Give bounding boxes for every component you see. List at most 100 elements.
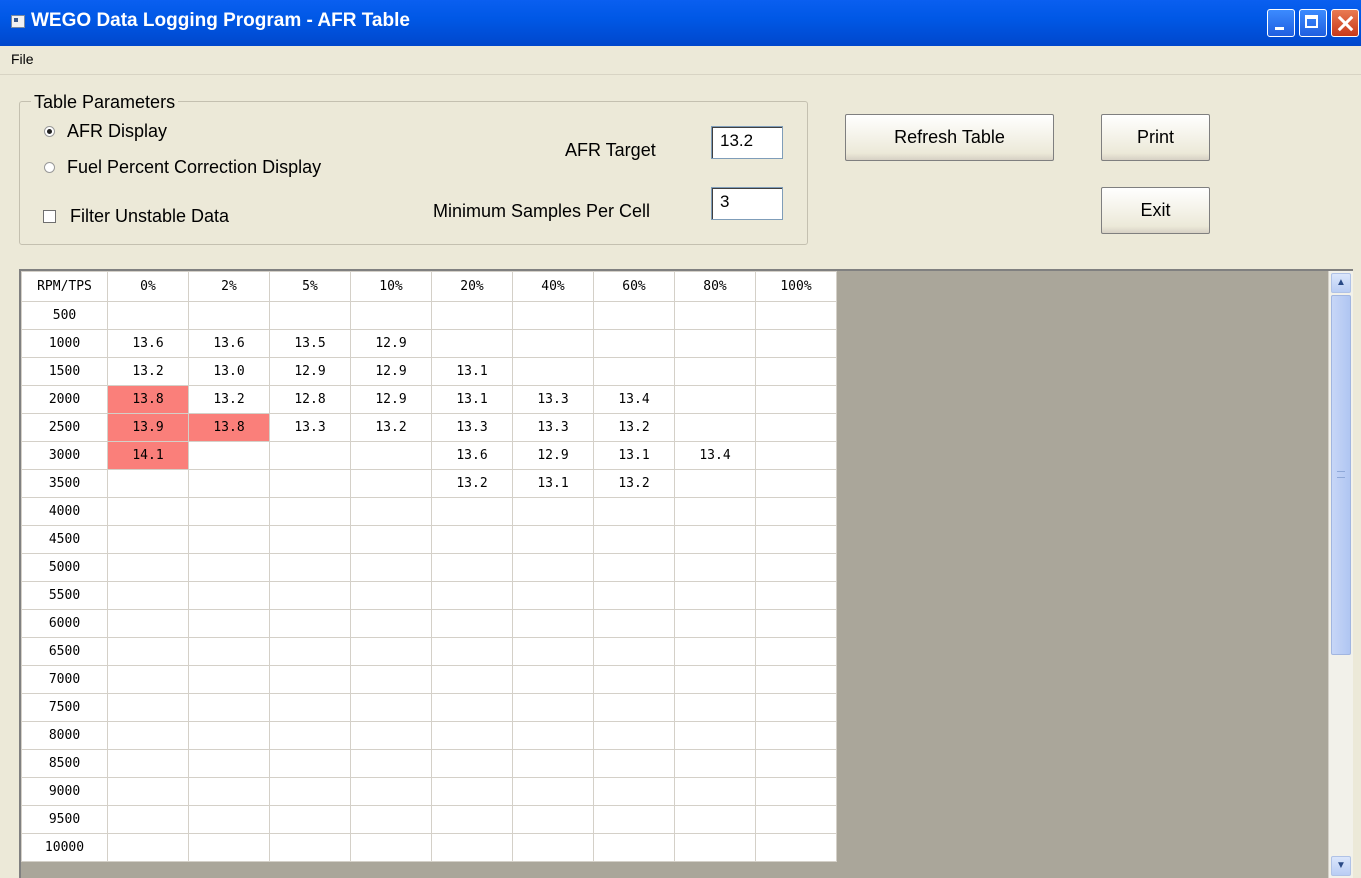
table-cell[interactable]: 13.8 <box>107 385 189 414</box>
table-cell[interactable] <box>431 525 513 554</box>
refresh-table-button[interactable]: Refresh Table <box>845 114 1054 161</box>
table-cell[interactable] <box>188 749 270 778</box>
table-cell[interactable]: 13.0 <box>188 357 270 386</box>
table-cell[interactable] <box>674 469 756 498</box>
table-cell[interactable] <box>593 749 675 778</box>
table-cell[interactable] <box>188 777 270 806</box>
table-cell[interactable] <box>593 301 675 330</box>
table-cell[interactable] <box>512 693 594 722</box>
table-cell[interactable] <box>674 413 756 442</box>
table-cell[interactable] <box>512 525 594 554</box>
table-cell[interactable] <box>188 805 270 834</box>
scroll-down-icon[interactable]: ▼ <box>1331 856 1351 876</box>
table-cell[interactable] <box>431 805 513 834</box>
table-cell[interactable] <box>755 637 837 666</box>
filter-unstable-checkbox[interactable]: Filter Unstable Data <box>43 206 229 227</box>
table-cell[interactable]: 14.1 <box>107 441 189 470</box>
table-cell[interactable]: 13.1 <box>593 441 675 470</box>
table-cell[interactable] <box>107 693 189 722</box>
table-cell[interactable]: 13.2 <box>188 385 270 414</box>
close-icon[interactable] <box>1331 9 1359 37</box>
table-cell[interactable] <box>674 329 756 358</box>
table-cell[interactable] <box>593 357 675 386</box>
table-cell[interactable] <box>188 833 270 862</box>
table-cell[interactable] <box>188 525 270 554</box>
table-cell[interactable] <box>107 301 189 330</box>
afr-display-radio[interactable]: AFR Display <box>44 121 167 142</box>
table-cell[interactable] <box>107 497 189 526</box>
scroll-up-icon[interactable]: ▲ <box>1331 273 1351 293</box>
table-cell[interactable] <box>674 693 756 722</box>
table-cell[interactable] <box>188 609 270 638</box>
table-cell[interactable]: 13.1 <box>431 357 513 386</box>
table-cell[interactable] <box>755 581 837 610</box>
table-cell[interactable] <box>188 441 270 470</box>
table-cell[interactable]: 12.9 <box>350 385 432 414</box>
table-cell[interactable] <box>512 749 594 778</box>
table-cell[interactable] <box>269 497 351 526</box>
table-cell[interactable] <box>674 609 756 638</box>
table-cell[interactable] <box>269 525 351 554</box>
minimize-icon[interactable] <box>1267 9 1295 37</box>
table-cell[interactable] <box>431 301 513 330</box>
table-cell[interactable] <box>269 693 351 722</box>
table-cell[interactable] <box>269 553 351 582</box>
afr-grid[interactable]: RPM/TPS 0% 2% 5% 10% 20% 40% 60% 80% 100% 500 1000 1… <box>19 269 1353 878</box>
table-cell[interactable] <box>593 581 675 610</box>
app-icon[interactable] <box>11 15 25 28</box>
table-cell[interactable] <box>107 833 189 862</box>
table-cell[interactable] <box>755 805 837 834</box>
table-cell[interactable]: 12.9 <box>350 329 432 358</box>
table-cell[interactable] <box>269 301 351 330</box>
table-cell[interactable] <box>755 721 837 750</box>
table-cell[interactable] <box>269 609 351 638</box>
table-cell[interactable]: 13.6 <box>188 329 270 358</box>
table-cell[interactable] <box>107 469 189 498</box>
afr-target-input[interactable]: 13.2 <box>711 126 783 159</box>
table-cell[interactable] <box>512 357 594 386</box>
table-cell[interactable] <box>593 693 675 722</box>
table-cell[interactable] <box>350 581 432 610</box>
table-cell[interactable] <box>188 637 270 666</box>
table-cell[interactable] <box>269 721 351 750</box>
table-cell[interactable] <box>107 721 189 750</box>
table-cell[interactable] <box>107 609 189 638</box>
table-cell[interactable]: 13.3 <box>431 413 513 442</box>
table-cell[interactable] <box>269 469 351 498</box>
table-cell[interactable] <box>188 497 270 526</box>
table-cell[interactable] <box>188 721 270 750</box>
exit-button[interactable]: Exit <box>1101 187 1210 234</box>
table-cell[interactable] <box>755 357 837 386</box>
table-cell[interactable] <box>188 469 270 498</box>
table-cell[interactable] <box>674 749 756 778</box>
table-cell[interactable] <box>350 497 432 526</box>
table-cell[interactable] <box>755 469 837 498</box>
table-cell[interactable] <box>107 553 189 582</box>
table-cell[interactable] <box>269 441 351 470</box>
table-cell[interactable] <box>512 637 594 666</box>
table-cell[interactable] <box>593 833 675 862</box>
table-cell[interactable] <box>755 749 837 778</box>
table-cell[interactable] <box>674 665 756 694</box>
table-cell[interactable] <box>350 525 432 554</box>
table-cell[interactable] <box>755 525 837 554</box>
min-samples-input[interactable]: 3 <box>711 187 783 220</box>
table-cell[interactable] <box>512 553 594 582</box>
table-cell[interactable]: 13.4 <box>674 441 756 470</box>
table-cell[interactable] <box>350 301 432 330</box>
table-cell[interactable] <box>107 637 189 666</box>
maximize-icon[interactable] <box>1299 9 1327 37</box>
scroll-thumb[interactable] <box>1331 295 1351 655</box>
table-cell[interactable] <box>431 749 513 778</box>
table-cell[interactable] <box>755 777 837 806</box>
table-cell[interactable]: 13.2 <box>107 357 189 386</box>
table-cell[interactable] <box>674 805 756 834</box>
table-cell[interactable] <box>350 469 432 498</box>
table-cell[interactable] <box>674 357 756 386</box>
table-cell[interactable] <box>512 805 594 834</box>
table-cell[interactable] <box>593 609 675 638</box>
table-cell[interactable]: 13.4 <box>593 385 675 414</box>
table-cell[interactable] <box>350 665 432 694</box>
table-cell[interactable] <box>107 749 189 778</box>
table-cell[interactable] <box>512 609 594 638</box>
